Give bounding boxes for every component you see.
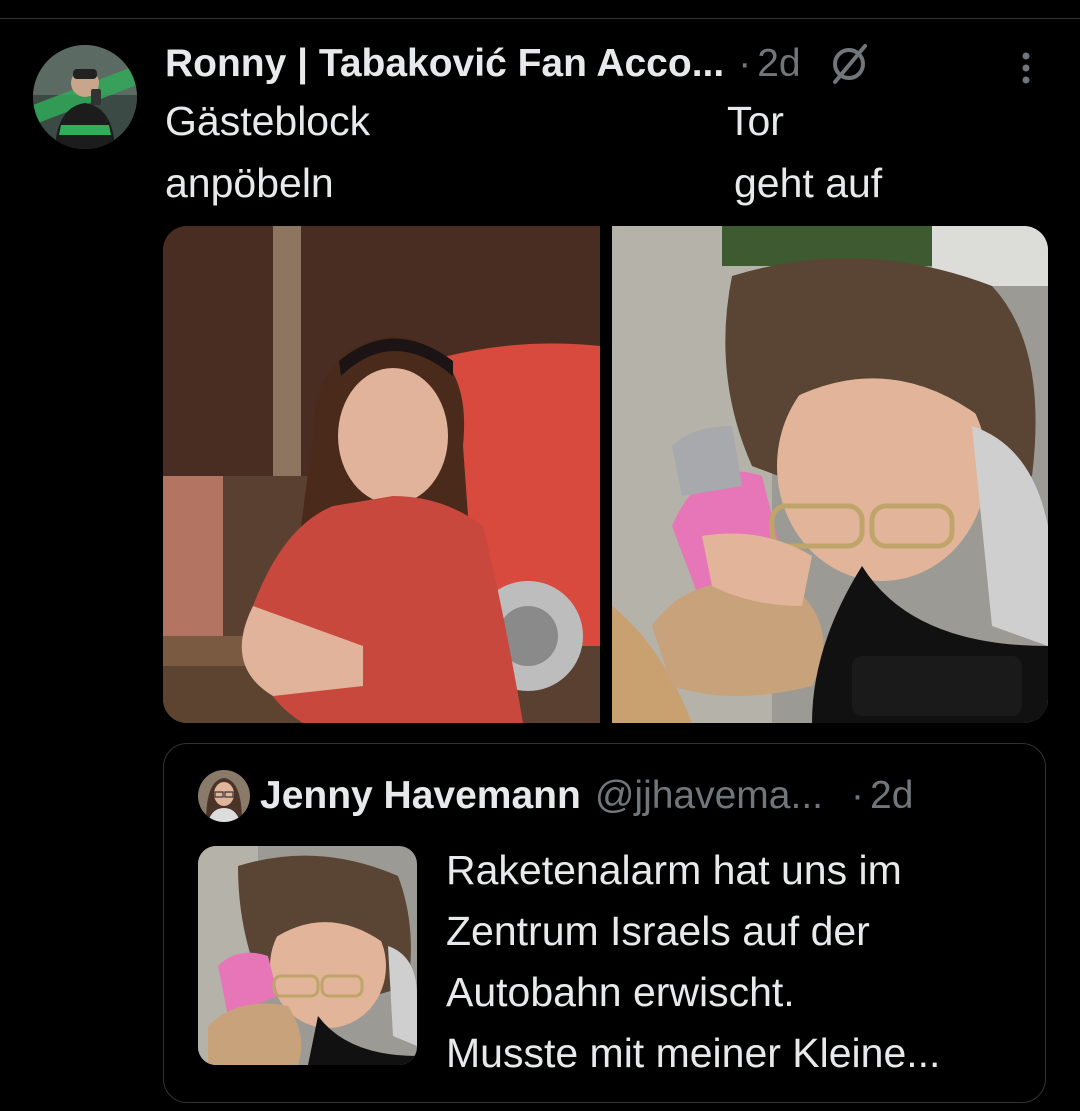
tweet-header: Ronny | Tabaković Fan Acco... · 2d — [165, 38, 871, 90]
tweet-text-right-2: geht auf — [734, 160, 883, 206]
quoted-author-handle[interactable]: @jjhavema... — [595, 774, 823, 818]
quoted-text-line-3: Autobahn erwischt. — [446, 969, 795, 1015]
top-divider — [0, 18, 1080, 19]
quoted-author-avatar[interactable] — [198, 770, 250, 822]
tweet-text-left-2: anpöbeln — [165, 160, 334, 206]
tweet-timestamp[interactable]: 2d — [757, 38, 800, 90]
author-avatar[interactable] — [33, 45, 137, 149]
quoted-tweet-text: Raketenalarm hat uns im Zentrum Israels … — [446, 840, 1026, 1084]
quoted-text-line-4: Musste mit meiner Kleine... — [446, 1030, 941, 1076]
quoted-author-display-name[interactable]: Jenny Havemann — [260, 774, 581, 818]
tweet-media-grid — [163, 226, 1048, 723]
author-display-name[interactable]: Ronny | Tabaković Fan Acco... — [165, 38, 724, 90]
header-separator: · — [738, 42, 752, 85]
more-options-icon[interactable] — [1015, 50, 1037, 95]
quoted-tweet-header: Jenny Havemann @jjhavema... · 2d — [260, 770, 913, 822]
quoted-text-line-1: Raketenalarm hat uns im — [446, 847, 902, 893]
tweet-text-right-1: Tor — [727, 98, 784, 144]
verified-icon — [827, 42, 871, 86]
quoted-text-line-2: Zentrum Israels auf der — [446, 908, 870, 954]
media-photo-woman-on-bench[interactable] — [163, 226, 600, 723]
quoted-tweet[interactable]: Jenny Havemann @jjhavema... · 2d Raketen… — [163, 743, 1046, 1103]
tweet-text-left-1: Gästeblock — [165, 98, 371, 144]
quoted-header-separator: · — [851, 774, 864, 817]
quoted-tweet-thumbnail[interactable] — [198, 846, 417, 1065]
media-photo-woman-sheltering-child[interactable] — [612, 226, 1048, 723]
quoted-tweet-timestamp[interactable]: 2d — [870, 774, 913, 818]
